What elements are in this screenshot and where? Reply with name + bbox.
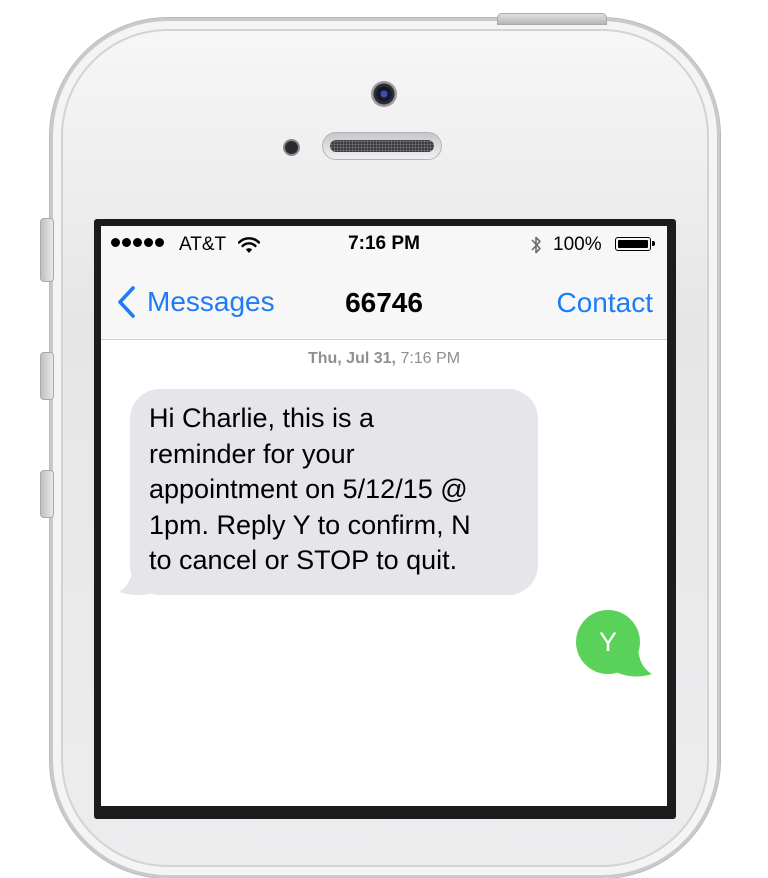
power-button	[497, 13, 607, 25]
timestamp-time: 7:16 PM	[400, 350, 461, 367]
incoming-message-bubble[interactable]: Hi Charlie, this is a reminder for your …	[130, 389, 538, 595]
mute-switch	[40, 218, 54, 282]
outgoing-message-bubble[interactable]: Y	[576, 610, 640, 674]
earpiece-speaker	[322, 132, 442, 160]
status-bar: AT&T 7:16 PM 100%	[101, 226, 667, 264]
message-line: reminder for your	[149, 438, 355, 469]
battery-percentage: 100%	[553, 234, 602, 255]
volume-up-button	[40, 352, 54, 400]
message-timestamp: Thu, Jul 31, 7:16 PM	[101, 350, 667, 368]
front-camera	[371, 81, 397, 107]
message-line: to cancel or STOP to quit.	[149, 545, 458, 575]
contact-button[interactable]: Contact	[557, 287, 654, 319]
message-line: appointment on 5/12/15 @	[149, 474, 468, 504]
volume-down-button	[40, 470, 54, 518]
timestamp-date: Thu, Jul 31,	[307, 350, 396, 367]
navigation-bar: Messages 66746 Contact	[101, 264, 667, 340]
message-line: 1pm. Reply Y to confirm, N	[149, 509, 471, 540]
battery-icon	[615, 237, 655, 251]
bluetooth-icon	[531, 236, 541, 254]
messages-screen: AT&T 7:16 PM 100% Messages 66746 Contact…	[101, 226, 667, 806]
message-line: Hi Charlie, this is a	[149, 403, 375, 433]
proximity-sensor	[283, 139, 300, 156]
